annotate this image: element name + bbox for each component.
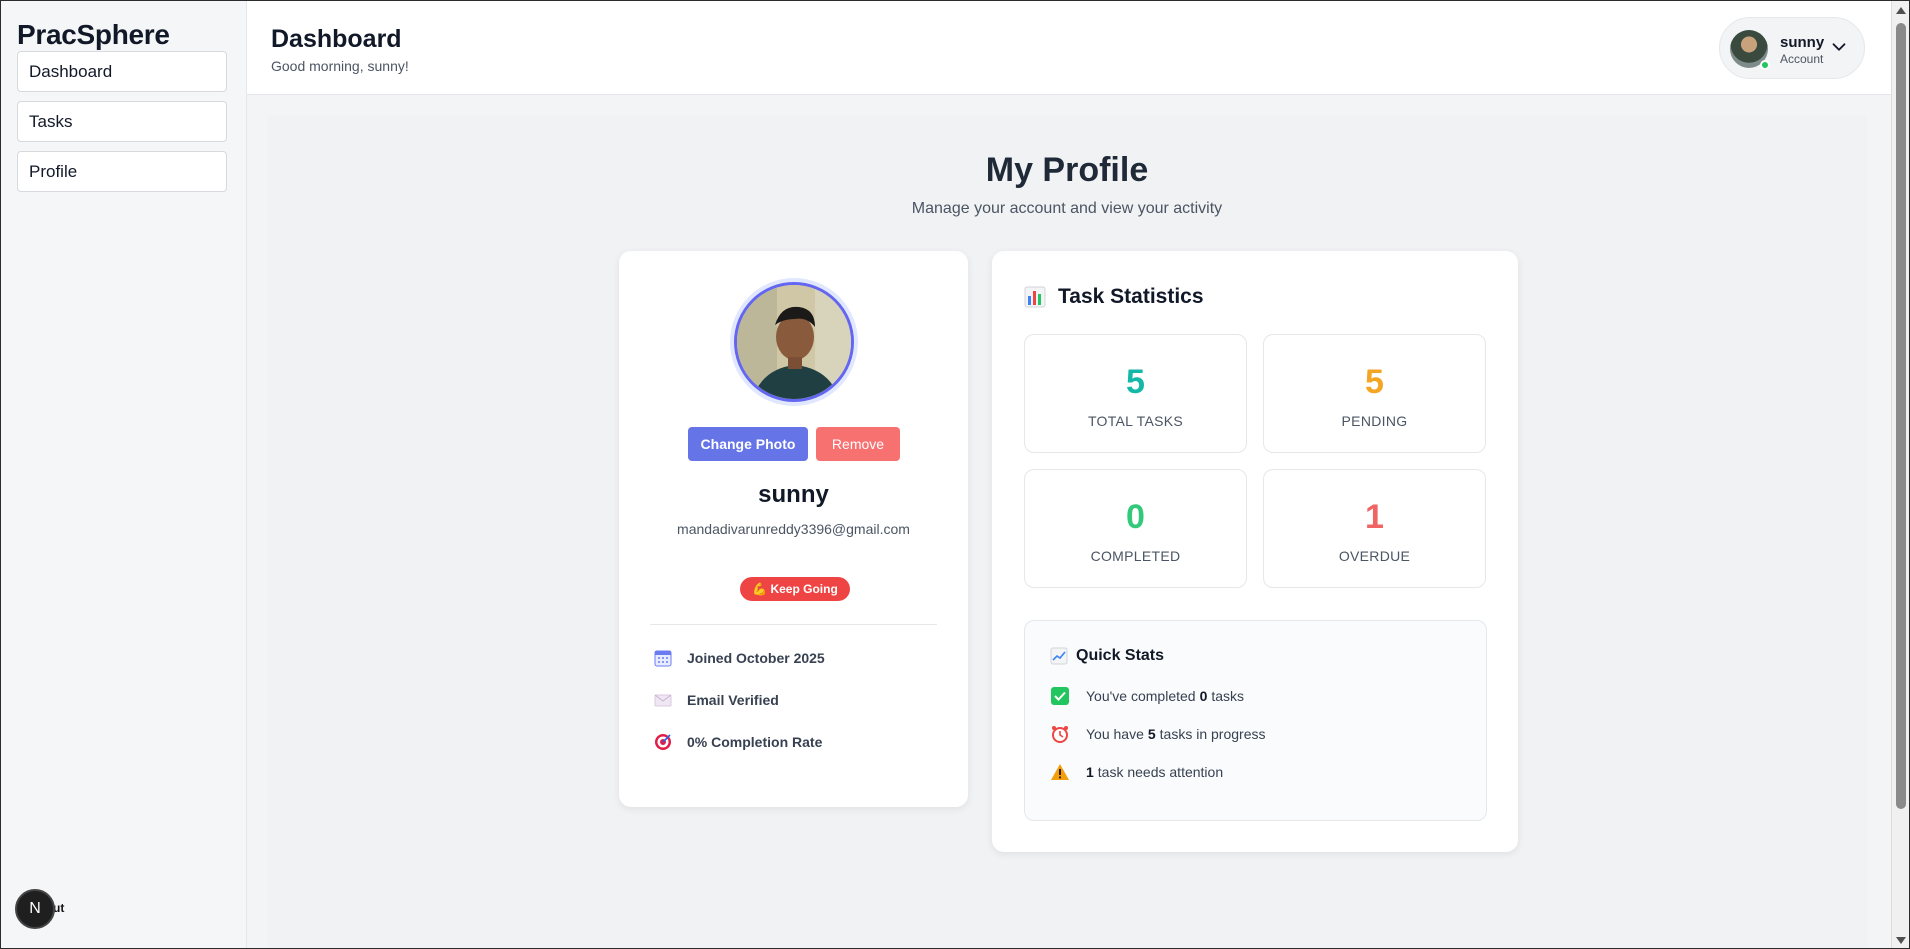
calendar-icon (653, 648, 673, 668)
info-row-completion: 0% Completion Rate (653, 730, 822, 754)
chevron-down-icon (1832, 43, 1846, 51)
profile-name: sunny (758, 481, 829, 508)
n-logo-icon: N (29, 900, 41, 917)
profile-card: Change Photo Remove sunny mandadivarunre… (619, 251, 968, 807)
quick-row-post: task needs attention (1097, 764, 1224, 780)
app-window: PracSphere Dashboard Tasks Profile ut N … (0, 0, 1910, 949)
envelope-icon (653, 690, 673, 710)
sidebar-item-profile[interactable]: Profile (17, 151, 227, 192)
account-role: Account (1780, 52, 1824, 66)
stat-pending: 5 PENDING (1263, 334, 1486, 453)
quick-row-value: 5 (1147, 726, 1156, 742)
status-badge: 💪 Keep Going (740, 577, 850, 601)
quick-row-post: tasks in progress (1159, 726, 1266, 742)
scroll-up-arrow-icon[interactable] (1896, 7, 1906, 14)
info-row-joined: Joined October 2025 (653, 646, 825, 670)
account-menu[interactable]: sunny Account (1719, 17, 1865, 79)
bar-chart-icon (1024, 286, 1046, 308)
sidebar-item-dashboard[interactable]: Dashboard (17, 51, 227, 92)
stat-completed: 0 COMPLETED (1024, 469, 1247, 588)
remove-photo-button[interactable]: Remove (816, 427, 900, 461)
quick-stats-title: Quick Stats (1076, 647, 1165, 664)
profile-photo (734, 282, 854, 402)
online-status-dot (1760, 60, 1770, 70)
stat-value: 5 (1365, 363, 1384, 401)
page-title: My Profile (985, 151, 1149, 189)
stat-value: 1 (1365, 498, 1384, 536)
main-content: My Profile Manage your account and view … (267, 115, 1867, 948)
alarm-clock-icon (1050, 724, 1070, 744)
joined-label: Joined October 2025 (687, 650, 825, 666)
top-header: Dashboard Good morning, sunny! sunny Acc… (247, 1, 1893, 95)
trending-chart-icon (1050, 647, 1068, 665)
profile-email: mandadivarunreddy3396@gmail.com (677, 521, 910, 537)
quick-stats-header: Quick Stats (1050, 647, 1164, 665)
quick-row-pre: You've completed (1086, 688, 1196, 704)
sidebar-item-tasks[interactable]: Tasks (17, 101, 227, 142)
stat-overdue: 1 OVERDUE (1263, 469, 1486, 588)
greeting-text: Good morning, sunny! (271, 58, 409, 74)
info-row-email: Email Verified (653, 688, 779, 712)
warning-icon (1050, 762, 1070, 782)
logout-button[interactable]: N (15, 889, 55, 929)
page-subtitle: Manage your account and view your activi… (911, 200, 1223, 217)
quick-row-value: 1 (1086, 764, 1094, 780)
check-box-icon (1050, 686, 1070, 706)
task-statistics-card: Task Statistics 5 TOTAL TASKS 5 PENDING … (992, 251, 1518, 852)
stat-value: 0 (1126, 498, 1145, 536)
stat-caption: OVERDUE (1338, 548, 1411, 564)
divider (650, 624, 937, 625)
scrollbar-thumb[interactable] (1896, 23, 1906, 809)
quick-row-post: tasks (1211, 688, 1245, 704)
brand-logo: PracSphere (17, 19, 170, 50)
completion-rate-label: 0% Completion Rate (687, 734, 823, 750)
quick-stats-panel: Quick Stats You've completed 0 tasks You… (1024, 620, 1487, 821)
stat-caption: PENDING (1341, 413, 1408, 429)
quick-row-value: 0 (1199, 688, 1208, 704)
profile-photo-image (737, 285, 851, 399)
scroll-down-arrow-icon[interactable] (1896, 937, 1906, 944)
stat-caption: COMPLETED (1090, 548, 1181, 564)
stats-header: Task Statistics (1024, 285, 1204, 309)
quick-row-progress: You have 5 tasks in progress (1050, 724, 1266, 744)
page-header-title: Dashboard (271, 25, 402, 53)
stat-total-tasks: 5 TOTAL TASKS (1024, 334, 1247, 453)
account-name: sunny (1780, 34, 1825, 51)
stat-caption: TOTAL TASKS (1087, 413, 1184, 429)
stat-value: 5 (1126, 363, 1145, 401)
quick-row-completed: You've completed 0 tasks (1050, 686, 1244, 706)
page-scrollbar[interactable] (1891, 1, 1909, 948)
email-verified-label: Email Verified (687, 692, 779, 708)
quick-row-attention: 1 task needs attention (1050, 762, 1223, 782)
change-photo-button[interactable]: Change Photo (688, 427, 808, 461)
stats-title: Task Statistics (1058, 285, 1204, 308)
quick-row-pre: You have (1086, 726, 1144, 742)
target-icon (653, 732, 673, 752)
sidebar: PracSphere Dashboard Tasks Profile ut N (1, 1, 247, 948)
